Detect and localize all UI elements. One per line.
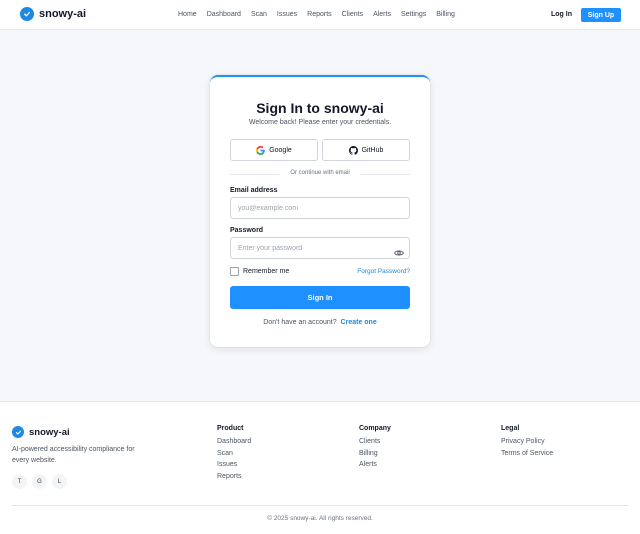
footer-link-alerts[interactable]: Alerts bbox=[359, 461, 391, 473]
check-circle-icon bbox=[12, 426, 24, 438]
footer-link-privacy[interactable]: Privacy Policy bbox=[501, 438, 553, 450]
footer-link-billing[interactable]: Billing bbox=[359, 450, 391, 462]
footer-column-product: Product Dashboard Scan Issues Reports bbox=[217, 425, 251, 484]
footer-brand-name: snowy-ai bbox=[29, 426, 70, 438]
brand-name: snowy-ai bbox=[39, 8, 87, 20]
footer-link-reports[interactable]: Reports bbox=[217, 473, 251, 485]
footer-column-legal: Legal Privacy Policy Terms of Service bbox=[501, 425, 553, 461]
eye-icon[interactable] bbox=[394, 244, 404, 262]
password-label: Password bbox=[230, 227, 264, 234]
nav-clients[interactable]: Clients bbox=[342, 11, 363, 18]
signin-title: Sign In to snowy-ai bbox=[256, 100, 384, 116]
nav-reports[interactable]: Reports bbox=[307, 11, 332, 18]
forgot-password-link[interactable]: Forgot Password? bbox=[357, 268, 410, 275]
remember-me-checkbox[interactable] bbox=[230, 267, 239, 276]
nav-settings[interactable]: Settings bbox=[401, 11, 426, 18]
google-label: Google bbox=[269, 146, 292, 154]
social-link-l[interactable]: L bbox=[52, 474, 67, 489]
footer-link-dashboard[interactable]: Dashboard bbox=[217, 438, 251, 450]
divider-text: Or continue with email bbox=[290, 170, 350, 176]
social-link-t[interactable]: T bbox=[12, 474, 27, 489]
footer-link-issues[interactable]: Issues bbox=[217, 461, 251, 473]
nav-home[interactable]: Home bbox=[178, 11, 197, 18]
github-signin-button[interactable]: GitHub bbox=[322, 139, 410, 161]
signin-subtitle: Welcome back! Please enter your credenti… bbox=[248, 119, 392, 126]
google-signin-button[interactable]: Google bbox=[230, 139, 318, 161]
no-account-text: Don't have an account? bbox=[263, 319, 337, 326]
create-account-prompt: Don't have an account? Create one bbox=[210, 319, 430, 326]
footer-link-terms[interactable]: Terms of Service bbox=[501, 450, 553, 462]
footer-link-scan[interactable]: Scan bbox=[217, 450, 251, 462]
check-circle-icon bbox=[20, 7, 34, 21]
password-field[interactable] bbox=[230, 237, 410, 259]
footer-tagline: AI-powered accessibility compliance for … bbox=[12, 446, 135, 464]
remember-me-label: Remember me bbox=[243, 268, 290, 275]
divider-line-right bbox=[360, 174, 410, 175]
nav-dashboard[interactable]: Dashboard bbox=[207, 11, 241, 18]
footer-column-title: Legal bbox=[501, 425, 520, 432]
nav-billing[interactable]: Billing bbox=[436, 11, 455, 18]
footer-column-title: Product bbox=[217, 425, 244, 432]
footer-divider bbox=[12, 505, 628, 506]
email-label: Email address bbox=[230, 187, 278, 194]
footer-column-company: Company Clients Billing Alerts bbox=[359, 425, 391, 473]
login-link[interactable]: Log In bbox=[551, 11, 572, 18]
google-icon bbox=[256, 145, 266, 155]
signin-submit-button[interactable]: Sign In bbox=[230, 286, 410, 309]
footer-column-title: Company bbox=[359, 425, 391, 432]
nav-scan[interactable]: Scan bbox=[251, 11, 267, 18]
email-field[interactable] bbox=[230, 197, 410, 219]
github-icon bbox=[348, 145, 358, 155]
nav-issues[interactable]: Issues bbox=[277, 11, 297, 18]
footer: snowy-ai AI-powered accessibility compli… bbox=[0, 401, 640, 534]
signin-card: Sign In to snowy-ai Welcome back! Please… bbox=[210, 75, 430, 347]
footer-link-clients[interactable]: Clients bbox=[359, 438, 391, 450]
main-nav: Home Dashboard Scan Issues Reports Clien… bbox=[178, 11, 455, 18]
copyright: © 2025 snowy-ai. All rights reserved. bbox=[267, 515, 373, 522]
social-links: T G L bbox=[12, 474, 72, 489]
social-link-g[interactable]: G bbox=[32, 474, 47, 489]
footer-brand[interactable]: snowy-ai bbox=[12, 426, 70, 438]
brand[interactable]: snowy-ai bbox=[20, 7, 86, 21]
nav-alerts[interactable]: Alerts bbox=[373, 11, 391, 18]
create-account-link[interactable]: Create one bbox=[341, 319, 377, 326]
signup-button[interactable]: Sign Up bbox=[581, 8, 621, 22]
github-label: GitHub bbox=[361, 146, 384, 154]
top-navbar: snowy-ai Home Dashboard Scan Issues Repo… bbox=[0, 0, 640, 30]
